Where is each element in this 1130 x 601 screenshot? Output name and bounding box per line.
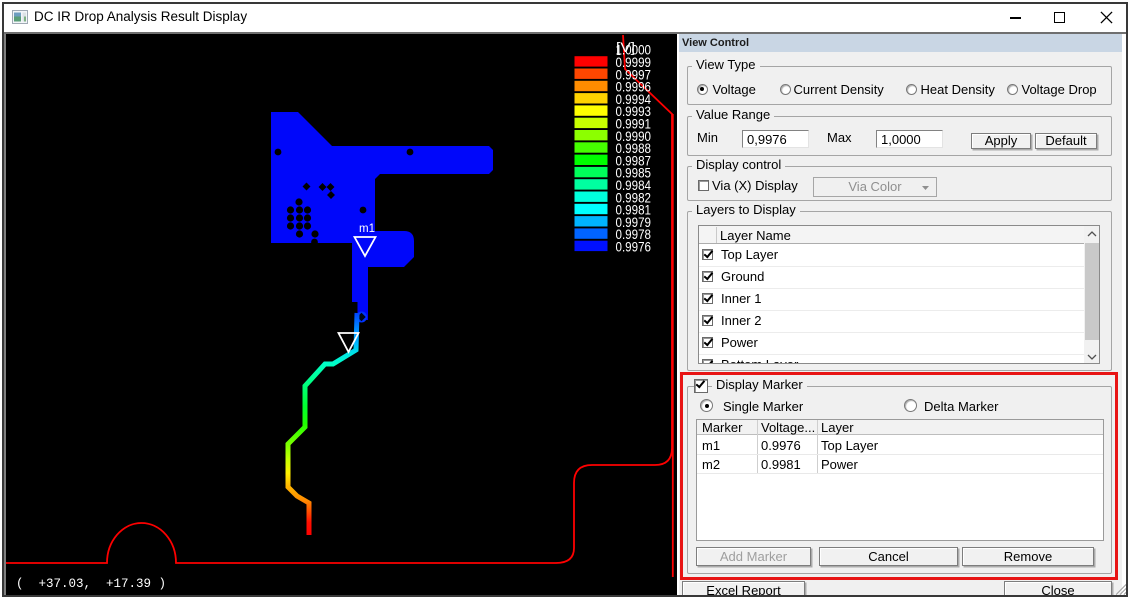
svg-text:m1: m1 xyxy=(359,223,375,235)
svg-text:0.9976: 0.9976 xyxy=(616,240,652,255)
